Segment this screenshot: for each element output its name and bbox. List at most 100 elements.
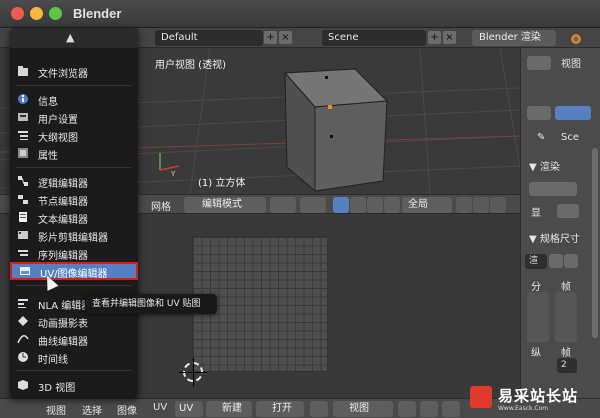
- sequence-icon: [18, 250, 28, 256]
- dimensions-section-header[interactable]: ▼ 规格尺寸: [529, 230, 580, 245]
- resolution-fields[interactable]: [527, 292, 549, 342]
- remove-screen-button[interactable]: ×: [279, 31, 292, 44]
- menu-item-label: 用户设置: [38, 115, 78, 126]
- face-select-icon[interactable]: [490, 197, 506, 213]
- render-tab-icon[interactable]: [555, 106, 591, 120]
- remove-scene-button[interactable]: ×: [443, 31, 456, 44]
- menu-item-label: 文件浏览器: [38, 69, 88, 80]
- new-image-button[interactable]: 新建: [206, 401, 252, 417]
- menu-item-label: 逻辑编辑器: [38, 179, 88, 190]
- menu-item-graph-editor[interactable]: 曲线编辑器: [10, 330, 138, 348]
- close-window-button[interactable]: [11, 7, 24, 20]
- menu-item-properties[interactable]: 属性: [10, 144, 138, 162]
- frame-rate-label: 帧: [561, 348, 571, 359]
- add-scene-button[interactable]: +: [428, 31, 441, 44]
- outliner-icon: [18, 131, 28, 140]
- add-screen-button[interactable]: +: [264, 31, 277, 44]
- menu-item-info[interactable]: 信息: [10, 90, 138, 108]
- editor-type-button[interactable]: [527, 56, 551, 70]
- preset-remove-button[interactable]: [564, 254, 578, 268]
- menu-image[interactable]: 图像: [117, 402, 137, 417]
- node-icon: [18, 195, 28, 204]
- menu-item-label: 动画摄影表: [38, 319, 88, 330]
- image-browse-button[interactable]: UV: [175, 401, 203, 417]
- uv-select-mode-icon[interactable]: [420, 401, 438, 417]
- pin-icon[interactable]: [310, 401, 328, 417]
- menu-item-dope-sheet[interactable]: 动画摄影表: [10, 312, 138, 330]
- mode-select[interactable]: 编辑模式: [184, 197, 266, 213]
- frame-step-field[interactable]: 2: [557, 358, 577, 373]
- nla-icon: [18, 299, 28, 308]
- menu-separator: [16, 285, 132, 286]
- view-mode-select[interactable]: 视图: [333, 401, 393, 417]
- viewport-label: 用户视图 (透视): [155, 60, 226, 71]
- menu-uvs[interactable]: UV: [153, 402, 167, 413]
- window-title: Blender: [73, 6, 122, 21]
- menu-item-label: 大纲视图: [38, 133, 78, 144]
- pivot-point-select[interactable]: [300, 197, 326, 213]
- watermark-text: 易采站长站: [498, 387, 579, 405]
- render-preset-select[interactable]: 渲: [525, 254, 547, 269]
- image-icon: [20, 267, 30, 275]
- 2d-cursor-icon: [179, 358, 207, 386]
- sticky-select-icon[interactable]: [442, 401, 460, 417]
- translate-icon[interactable]: [350, 197, 366, 213]
- right-panels: 视图 ✎ Sce ▼ 渲染 显 ▼ 规格尺寸 渲 分 帧 纵 帧 2: [520, 48, 600, 398]
- user-prefs-icon: [18, 113, 28, 121]
- menu-item-movie-clip-editor[interactable]: 影片剪辑编辑器: [10, 226, 138, 244]
- menu-select[interactable]: 选择: [82, 402, 102, 417]
- menu-item-label: 节点编辑器: [38, 197, 88, 208]
- pin-icon[interactable]: ✎: [537, 132, 545, 143]
- view-tab[interactable]: 视图: [561, 55, 581, 70]
- viewport-shading-select[interactable]: [270, 197, 296, 213]
- open-image-button[interactable]: 打开: [256, 401, 304, 417]
- menu-item-user-prefs[interactable]: 用户设置: [10, 108, 138, 126]
- menu-item-logic-editor[interactable]: 逻辑编辑器: [10, 172, 138, 190]
- menu-item-timeline[interactable]: 时间线: [10, 348, 138, 366]
- manipulator-toggle[interactable]: [333, 197, 349, 213]
- menu-item-label: 序列编辑器: [38, 251, 88, 262]
- render-engine-select[interactable]: Blender 渲染: [472, 30, 556, 46]
- watermark-logo-icon: [470, 386, 492, 408]
- menu-item-label: 曲线编辑器: [38, 337, 88, 348]
- axis-gizmo-icon: Y: [159, 153, 180, 178]
- rotate-icon[interactable]: [367, 197, 383, 213]
- timeline-icon: [18, 352, 28, 362]
- menu-arrow-icon: ▲: [66, 31, 75, 44]
- sync-selection-icon[interactable]: [398, 401, 416, 417]
- menu-item-outliner[interactable]: 大纲视图: [10, 126, 138, 144]
- vertex-select-icon[interactable]: [456, 197, 472, 213]
- resolution-label: 分: [531, 282, 541, 293]
- grid-label: 网格: [151, 202, 171, 213]
- screen-layout-field[interactable]: Default: [155, 30, 263, 46]
- menu-header: ▲: [10, 28, 138, 48]
- menu-item-node-editor[interactable]: 节点编辑器: [10, 190, 138, 208]
- scale-icon[interactable]: [384, 197, 400, 213]
- minimize-window-button[interactable]: [30, 7, 43, 20]
- menu-item-text-editor[interactable]: 文本编辑器: [10, 208, 138, 226]
- render-buttons[interactable]: [529, 182, 577, 196]
- scene-context: Sce: [561, 132, 579, 143]
- edge-select-icon[interactable]: [473, 197, 489, 213]
- display-select[interactable]: [557, 204, 579, 218]
- orientation-select[interactable]: 全局: [402, 197, 452, 213]
- menu-item-uv-image-editor[interactable]: UV/图像编辑器: [10, 262, 138, 280]
- frame-range-fields[interactable]: [555, 292, 577, 342]
- preset-add-button[interactable]: [549, 254, 563, 268]
- cube-object[interactable]: [265, 63, 405, 194]
- display-label: 显: [531, 208, 541, 219]
- menu-item-label: 影片剪辑编辑器: [38, 233, 108, 244]
- menu-item-sequence-editor[interactable]: 序列编辑器: [10, 244, 138, 262]
- menu-item-file-browser[interactable]: 文件浏览器: [10, 62, 138, 80]
- scene-field[interactable]: Scene: [322, 30, 426, 46]
- menu-view[interactable]: 视图: [46, 402, 66, 417]
- properties-scrollbar[interactable]: [592, 148, 598, 338]
- menu-item-3d-view[interactable]: 3D 视图: [10, 376, 138, 394]
- editor-type-menu: ▲ 文件浏览器 信息 用户设置 大纲视图 属性 逻辑编辑器 节点编辑器 文本编辑…: [10, 28, 138, 398]
- watermark-subtext: Www.Easck.Com: [498, 405, 549, 412]
- maximize-window-button[interactable]: [49, 7, 62, 20]
- render-section-header[interactable]: ▼ 渲染: [529, 158, 560, 173]
- properties-type-button[interactable]: [527, 106, 551, 120]
- frame-label: 帧: [561, 282, 571, 293]
- window-titlebar: Blender: [0, 0, 600, 28]
